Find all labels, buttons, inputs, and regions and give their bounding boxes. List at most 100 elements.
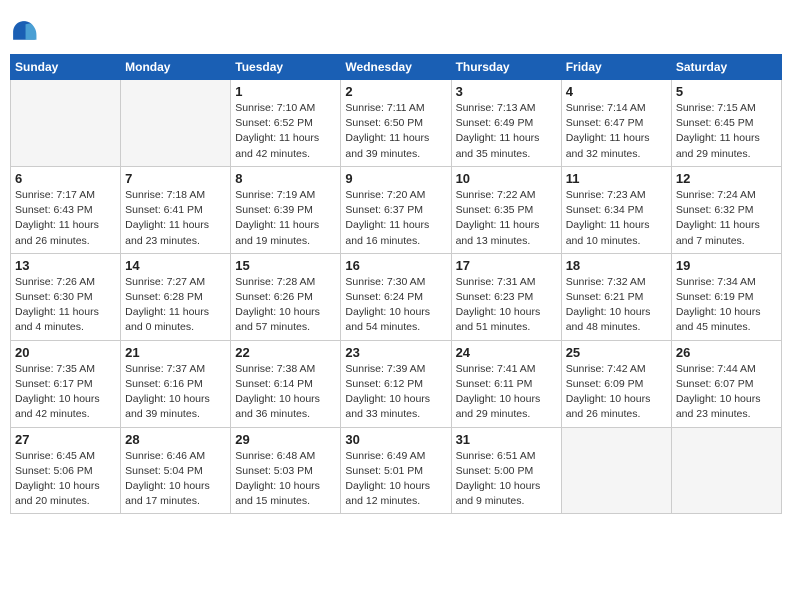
day-info: Sunrise: 7:17 AMSunset: 6:43 PMDaylight:… [15,188,116,249]
calendar-cell: 8Sunrise: 7:19 AMSunset: 6:39 PMDaylight… [231,166,341,253]
calendar-cell [671,427,781,514]
day-number: 22 [235,345,336,360]
calendar-cell: 22 Sunrise: 7:38 AMSunset: 6:14 PMDayligh… [231,340,341,427]
day-number: 9 [345,171,446,186]
day-number: 28 [125,432,226,447]
calendar-cell: 2 Sunrise: 7:11 AMSunset: 6:50 PMDaylight… [341,80,451,167]
calendar-cell: 28 Sunrise: 6:46 AMSunset: 5:04 PMDayligh… [121,427,231,514]
day-number: 31 [456,432,557,447]
day-info: Sunrise: 7:35 AMSunset: 6:17 PMDaylight:… [15,362,116,423]
calendar-cell: 17Sunrise: 7:31 AMSunset: 6:23 PMDayligh… [451,253,561,340]
day-info: Sunrise: 7:37 AMSunset: 6:16 PMDaylight:… [125,362,226,423]
day-number: 12 [676,171,777,186]
calendar-cell: 30 Sunrise: 6:49 AMSunset: 5:01 PMDayligh… [341,427,451,514]
day-number: 30 [345,432,446,447]
calendar-cell: 23 Sunrise: 7:39 AMSunset: 6:12 PMDayligh… [341,340,451,427]
day-header-friday: Friday [561,55,671,80]
day-number: 17 [456,258,557,273]
day-info: Sunrise: 7:26 AMSunset: 6:30 PMDaylight:… [15,275,116,336]
day-info: Sunrise: 7:42 AMSunset: 6:09 PMDaylight:… [566,362,667,423]
day-info: Sunrise: 7:39 AMSunset: 6:12 PMDaylight:… [345,362,446,423]
day-number: 10 [456,171,557,186]
calendar-cell: 1 Sunrise: 7:10 AMSunset: 6:52 PMDaylight… [231,80,341,167]
day-info: Sunrise: 7:32 AMSunset: 6:21 PMDaylight:… [566,275,667,336]
day-info: Sunrise: 7:10 AMSunset: 6:52 PMDaylight:… [235,101,336,162]
day-header-sunday: Sunday [11,55,121,80]
day-info: Sunrise: 6:48 AMSunset: 5:03 PMDaylight:… [235,449,336,510]
day-info: Sunrise: 7:38 AMSunset: 6:14 PMDaylight:… [235,362,336,423]
calendar-cell: 3 Sunrise: 7:13 AMSunset: 6:49 PMDaylight… [451,80,561,167]
day-number: 18 [566,258,667,273]
calendar-cell: 11 Sunrise: 7:23 AMSunset: 6:34 PMDayligh… [561,166,671,253]
day-info: Sunrise: 7:13 AMSunset: 6:49 PMDaylight:… [456,101,557,162]
day-header-tuesday: Tuesday [231,55,341,80]
day-number: 27 [15,432,116,447]
day-number: 20 [15,345,116,360]
day-info: Sunrise: 7:44 AMSunset: 6:07 PMDaylight:… [676,362,777,423]
calendar-cell: 7Sunrise: 7:18 AMSunset: 6:41 PMDaylight… [121,166,231,253]
calendar-table: SundayMondayTuesdayWednesdayThursdayFrid… [10,54,782,514]
day-info: Sunrise: 6:49 AMSunset: 5:01 PMDaylight:… [345,449,446,510]
calendar-cell: 13 Sunrise: 7:26 AMSunset: 6:30 PMDayligh… [11,253,121,340]
day-number: 2 [345,84,446,99]
day-header-thursday: Thursday [451,55,561,80]
day-info: Sunrise: 7:28 AMSunset: 6:26 PMDaylight:… [235,275,336,336]
day-info: Sunrise: 7:27 AMSunset: 6:28 PMDaylight:… [125,275,226,336]
day-number: 14 [125,258,226,273]
day-info: Sunrise: 6:46 AMSunset: 5:04 PMDaylight:… [125,449,226,510]
page-header [10,10,782,46]
week-row-2: 6 Sunrise: 7:17 AMSunset: 6:43 PMDaylight… [11,166,782,253]
logo [10,18,40,46]
week-row-3: 13 Sunrise: 7:26 AMSunset: 6:30 PMDayligh… [11,253,782,340]
day-header-saturday: Saturday [671,55,781,80]
calendar-cell: 16Sunrise: 7:30 AMSunset: 6:24 PMDayligh… [341,253,451,340]
day-number: 25 [566,345,667,360]
day-number: 3 [456,84,557,99]
day-number: 23 [345,345,446,360]
calendar-cell: 31 Sunrise: 6:51 AMSunset: 5:00 PMDayligh… [451,427,561,514]
day-info: Sunrise: 7:41 AMSunset: 6:11 PMDaylight:… [456,362,557,423]
day-info: Sunrise: 7:30 AMSunset: 6:24 PMDaylight:… [345,275,446,336]
day-number: 5 [676,84,777,99]
calendar-cell: 6 Sunrise: 7:17 AMSunset: 6:43 PMDaylight… [11,166,121,253]
day-number: 4 [566,84,667,99]
calendar-cell: 25 Sunrise: 7:42 AMSunset: 6:09 PMDayligh… [561,340,671,427]
calendar-cell: 4 Sunrise: 7:14 AMSunset: 6:47 PMDaylight… [561,80,671,167]
calendar-cell: 29 Sunrise: 6:48 AMSunset: 5:03 PMDayligh… [231,427,341,514]
day-info: Sunrise: 7:20 AMSunset: 6:37 PMDaylight:… [345,188,446,249]
day-number: 13 [15,258,116,273]
calendar-cell: 19 Sunrise: 7:34 AMSunset: 6:19 PMDayligh… [671,253,781,340]
day-info: Sunrise: 7:19 AMSunset: 6:39 PMDaylight:… [235,188,336,249]
day-info: Sunrise: 7:34 AMSunset: 6:19 PMDaylight:… [676,275,777,336]
calendar-cell: 15 Sunrise: 7:28 AMSunset: 6:26 PMDayligh… [231,253,341,340]
day-number: 1 [235,84,336,99]
day-number: 15 [235,258,336,273]
logo-icon [10,18,38,46]
days-header-row: SundayMondayTuesdayWednesdayThursdayFrid… [11,55,782,80]
day-number: 7 [125,171,226,186]
calendar-cell [11,80,121,167]
day-info: Sunrise: 7:23 AMSunset: 6:34 PMDaylight:… [566,188,667,249]
calendar-cell: 20 Sunrise: 7:35 AMSunset: 6:17 PMDayligh… [11,340,121,427]
calendar-cell: 24 Sunrise: 7:41 AMSunset: 6:11 PMDayligh… [451,340,561,427]
day-number: 6 [15,171,116,186]
day-header-monday: Monday [121,55,231,80]
day-info: Sunrise: 7:14 AMSunset: 6:47 PMDaylight:… [566,101,667,162]
day-number: 24 [456,345,557,360]
calendar-cell: 14 Sunrise: 7:27 AMSunset: 6:28 PMDayligh… [121,253,231,340]
day-header-wednesday: Wednesday [341,55,451,80]
calendar-cell: 12Sunrise: 7:24 AMSunset: 6:32 PMDayligh… [671,166,781,253]
calendar-cell: 27 Sunrise: 6:45 AMSunset: 5:06 PMDayligh… [11,427,121,514]
day-number: 29 [235,432,336,447]
day-info: Sunrise: 7:15 AMSunset: 6:45 PMDaylight:… [676,101,777,162]
week-row-5: 27 Sunrise: 6:45 AMSunset: 5:06 PMDayligh… [11,427,782,514]
day-number: 21 [125,345,226,360]
day-info: Sunrise: 7:11 AMSunset: 6:50 PMDaylight:… [345,101,446,162]
day-info: Sunrise: 6:51 AMSunset: 5:00 PMDaylight:… [456,449,557,510]
day-number: 11 [566,171,667,186]
calendar-cell: 18 Sunrise: 7:32 AMSunset: 6:21 PMDayligh… [561,253,671,340]
day-info: Sunrise: 6:45 AMSunset: 5:06 PMDaylight:… [15,449,116,510]
week-row-4: 20 Sunrise: 7:35 AMSunset: 6:17 PMDayligh… [11,340,782,427]
calendar-cell: 9 Sunrise: 7:20 AMSunset: 6:37 PMDaylight… [341,166,451,253]
day-number: 19 [676,258,777,273]
